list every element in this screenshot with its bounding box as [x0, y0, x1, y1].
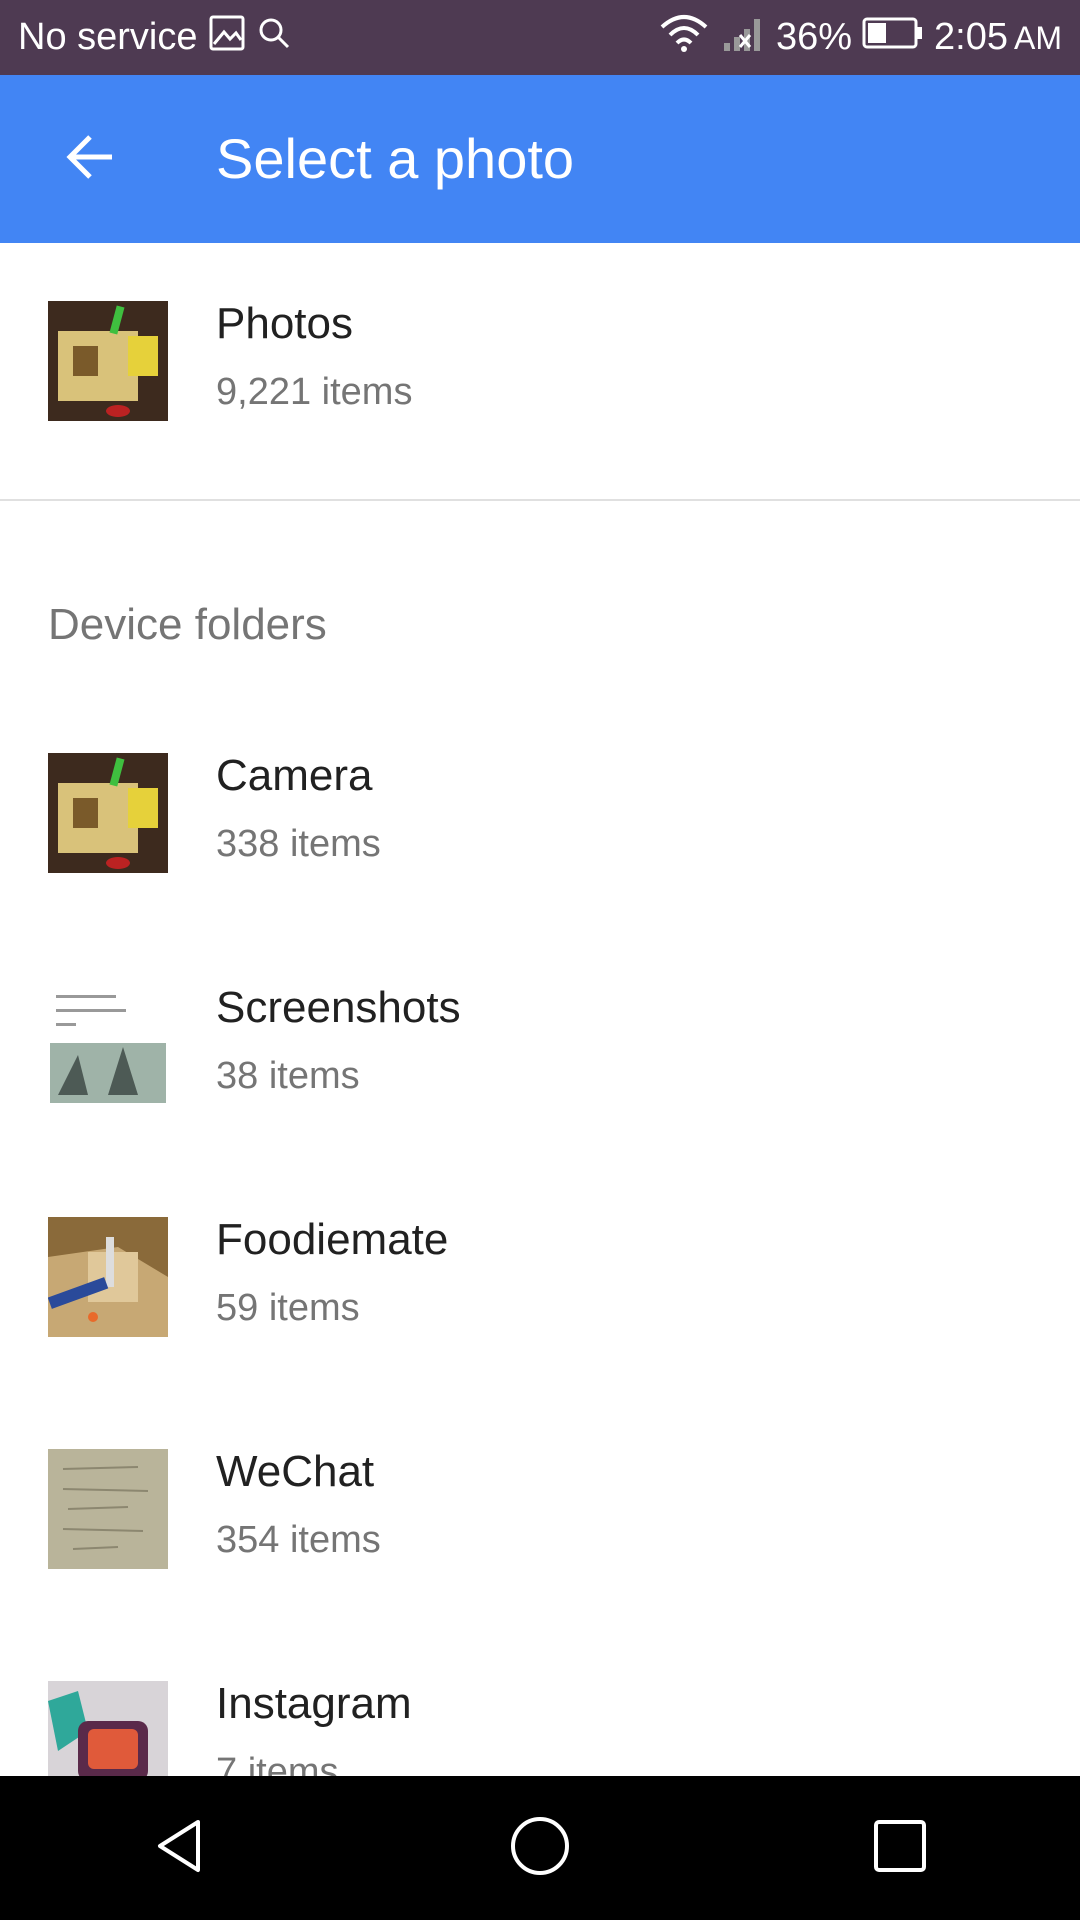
folder-row-screenshots[interactable]: Screenshots 38 items [0, 927, 1080, 1159]
folder-count: 338 items [216, 823, 381, 865]
divider [0, 499, 1080, 501]
photos-album-row[interactable]: Photos 9,221 items [0, 243, 1080, 475]
wifi-icon [658, 13, 710, 63]
status-bar: No service 36% 2:05 AM [0, 0, 1080, 75]
screenshots-thumbnail [48, 985, 168, 1105]
image-notification-icon [208, 14, 246, 62]
folder-count: 354 items [216, 1519, 381, 1561]
folder-row-camera[interactable]: Camera 338 items [0, 695, 1080, 927]
home-circle-icon [508, 1814, 572, 1883]
folder-count: 7 items [216, 1751, 339, 1776]
nav-back-button[interactable] [120, 1788, 240, 1908]
app-bar: Select a photo [0, 75, 1080, 243]
instagram-thumbnail [48, 1681, 168, 1776]
battery-percent: 36% [775, 16, 853, 58]
photos-thumbnail [48, 301, 168, 421]
navigation-bar [0, 1776, 1080, 1920]
section-header-device-folders: Device folders [48, 600, 327, 649]
nav-home-button[interactable] [480, 1788, 600, 1908]
album-name: Photos [216, 299, 353, 348]
album-count: 9,221 items [216, 371, 413, 413]
folder-name: Camera [216, 751, 373, 800]
album-list: Photos 9,221 items Device folders Camera… [0, 243, 1080, 1776]
foodiemate-thumbnail [48, 1217, 168, 1337]
wechat-thumbnail [48, 1449, 168, 1569]
search-icon [256, 15, 292, 61]
carrier-text: No service [18, 16, 198, 58]
clock-time: 2:05 [934, 16, 1008, 58]
back-arrow-icon [64, 131, 116, 188]
camera-thumbnail [48, 753, 168, 873]
battery-icon [862, 15, 924, 61]
signal-icon [720, 13, 766, 63]
folder-row-foodiemate[interactable]: Foodiemate 59 items [0, 1159, 1080, 1391]
folder-count: 38 items [216, 1055, 360, 1097]
back-triangle-icon [150, 1816, 210, 1881]
folder-name: Screenshots [216, 983, 461, 1032]
folder-count: 59 items [216, 1287, 360, 1329]
nav-recents-button[interactable] [840, 1788, 960, 1908]
folder-row-instagram[interactable]: Instagram 7 items [0, 1623, 1080, 1776]
folder-row-wechat[interactable]: WeChat 354 items [0, 1391, 1080, 1623]
folder-name: Instagram [216, 1679, 412, 1728]
folder-name: Foodiemate [216, 1215, 449, 1264]
clock-ampm: AM [1014, 20, 1062, 56]
recents-square-icon [872, 1818, 928, 1879]
folder-name: WeChat [216, 1447, 375, 1496]
page-title: Select a photo [216, 127, 575, 190]
back-button[interactable] [50, 119, 130, 199]
